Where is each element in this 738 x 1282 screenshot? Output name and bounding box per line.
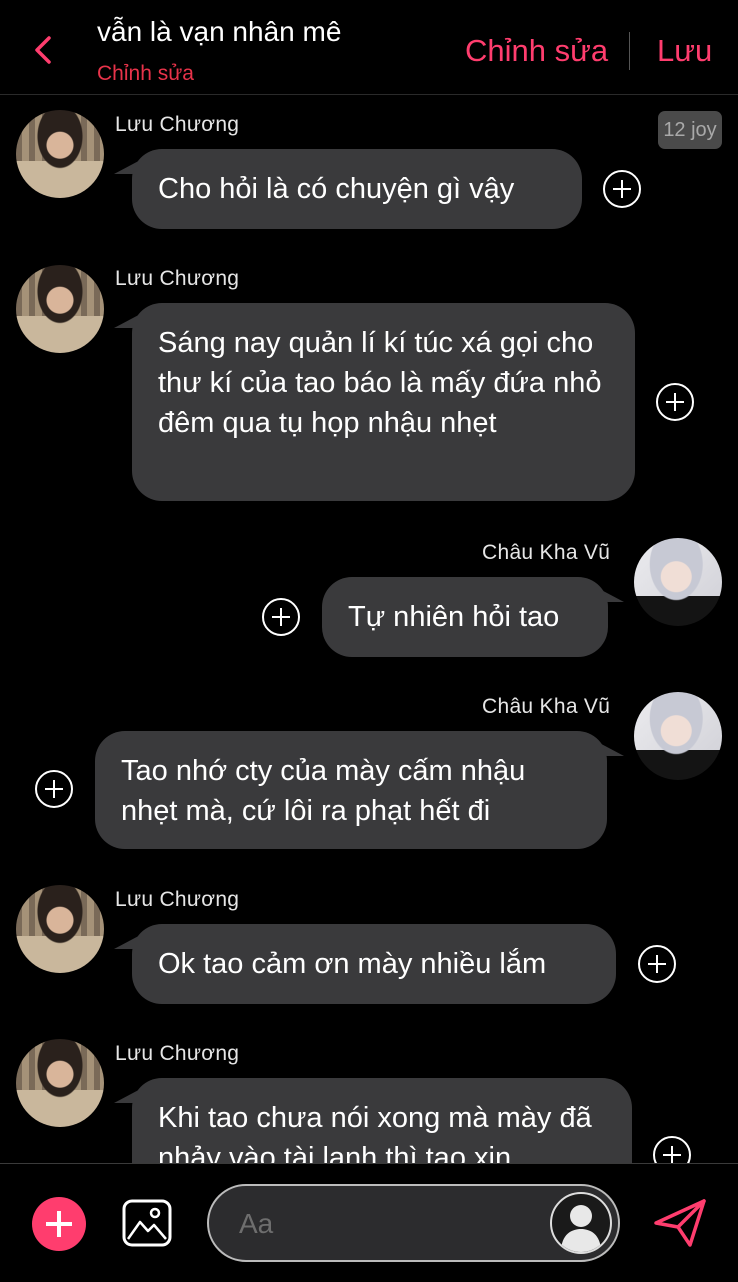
chat-title: vẫn là vạn nhân mê [97, 16, 342, 47]
plus-icon[interactable] [32, 1197, 86, 1251]
chevron-left-icon [35, 36, 51, 64]
avatar-chau-kha-vu[interactable] [634, 538, 722, 626]
sender-name: Lưu Chương [115, 888, 240, 911]
message-bubble[interactable]: Cho hỏi là có chuyện gì vậy [132, 149, 582, 229]
chat-header: vẫn là vạn nhân mê Chỉnh sửa Chỉnh sửa L… [0, 0, 738, 95]
message-bubble[interactable]: Sáng nay quản lí kí túc xá gọi cho thư k… [132, 303, 635, 501]
add-reaction-icon[interactable] [603, 170, 641, 208]
profile-icon[interactable] [550, 1192, 612, 1254]
avatar-luu-chuong[interactable] [16, 265, 104, 353]
avatar-luu-chuong[interactable] [16, 885, 104, 973]
status-badge: 12 joy [658, 111, 722, 149]
avatar-luu-chuong[interactable] [16, 110, 104, 198]
edit-button[interactable]: Chỉnh sửa [465, 33, 608, 69]
sender-name: Châu Kha Vũ [482, 541, 611, 564]
composer-bar [0, 1163, 738, 1282]
message-input-container [207, 1184, 620, 1262]
sender-name: Lưu Chương [115, 1042, 240, 1065]
add-reaction-icon[interactable] [35, 770, 73, 808]
add-reaction-icon[interactable] [262, 598, 300, 636]
image-icon[interactable] [121, 1198, 173, 1248]
message-bubble[interactable]: Tao nhớ cty của mày cấm nhậu nhẹt mà, cứ… [95, 731, 607, 849]
save-button[interactable]: Lưu [657, 33, 712, 69]
sender-name: Lưu Chương [115, 267, 240, 290]
chat-subtitle[interactable]: Chỉnh sửa [97, 62, 194, 86]
message-input[interactable] [237, 1196, 541, 1252]
sender-name: Châu Kha Vũ [482, 695, 611, 718]
add-reaction-icon[interactable] [656, 383, 694, 421]
header-divider [629, 32, 630, 70]
back-button[interactable] [28, 30, 58, 70]
sender-name: Lưu Chương [115, 113, 240, 136]
message-bubble[interactable]: Ok tao cảm ơn mày nhiều lắm [132, 924, 616, 1004]
avatar-chau-kha-vu[interactable] [634, 692, 722, 780]
message-bubble[interactable]: Tự nhiên hỏi tao [322, 577, 608, 657]
avatar-luu-chuong[interactable] [16, 1039, 104, 1127]
add-reaction-icon[interactable] [638, 945, 676, 983]
send-icon[interactable] [652, 1197, 708, 1249]
